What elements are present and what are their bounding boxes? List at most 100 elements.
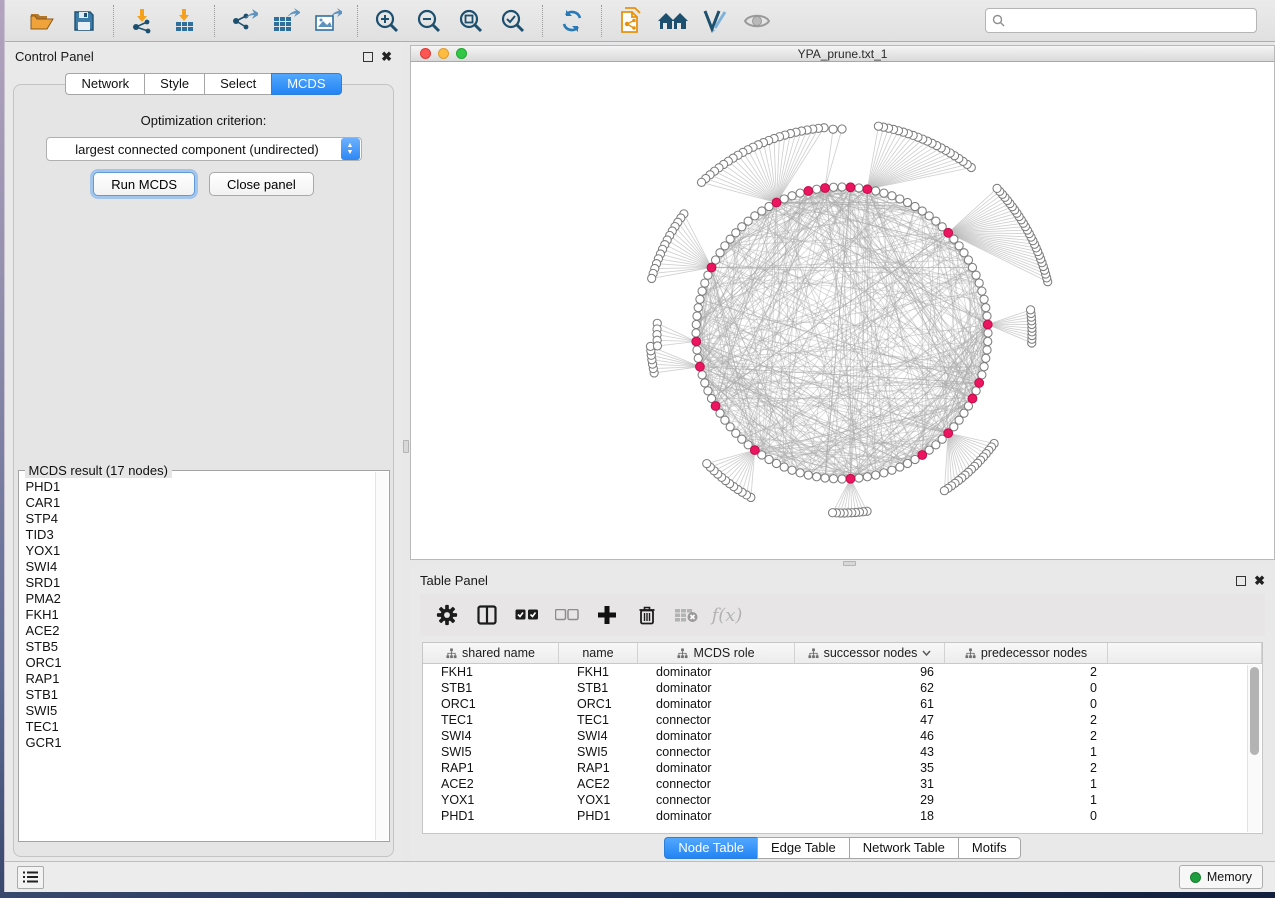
tab-select[interactable]: Select [204, 73, 271, 95]
import-table-icon[interactable] [166, 5, 204, 37]
cell-shared-name: SWI5 [423, 745, 559, 759]
import-network-icon[interactable] [124, 5, 162, 37]
search-input[interactable] [1009, 14, 1250, 28]
show-columns-icon[interactable] [474, 602, 500, 628]
result-item[interactable]: SWI5 [19, 703, 374, 719]
result-item[interactable]: STP4 [19, 511, 374, 527]
zoom-selected-icon[interactable] [494, 5, 532, 37]
sort-desc-icon [922, 650, 931, 656]
tab-mcds[interactable]: MCDS [271, 73, 341, 95]
export-network-icon[interactable] [225, 5, 263, 37]
float-panel-icon[interactable] [363, 52, 373, 62]
splitter-grip[interactable] [843, 561, 856, 566]
tab-motifs[interactable]: Motifs [958, 837, 1021, 859]
tab-edge-table[interactable]: Edge Table [757, 837, 849, 859]
export-image-icon[interactable] [309, 5, 347, 37]
add-column-icon[interactable] [594, 602, 620, 628]
task-history-button[interactable] [17, 866, 44, 889]
tab-network[interactable]: Network [65, 73, 144, 95]
close-panel-button[interactable]: Close panel [209, 172, 314, 196]
criterion-select[interactable]: largest connected component (undirected)… [46, 137, 362, 161]
result-item[interactable]: GCR1 [19, 735, 374, 751]
float-panel-icon[interactable] [1236, 576, 1246, 586]
vertical-splitter[interactable] [402, 42, 410, 861]
result-item[interactable]: TEC1 [19, 719, 374, 735]
result-item[interactable]: FKH1 [19, 607, 374, 623]
result-item[interactable]: ACE2 [19, 623, 374, 639]
tab-node-table[interactable]: Node Table [664, 837, 757, 859]
mcds-result-list: PHD1CAR1STP4TID3YOX1SWI4SRD1PMA2FKH1ACE2… [19, 479, 374, 839]
zoom-in-icon[interactable] [368, 5, 406, 37]
zoom-fit-icon[interactable] [452, 5, 490, 37]
cell-MCDS-role: connector [638, 777, 795, 791]
deselect-all-columns-icon[interactable] [554, 602, 580, 628]
cell-successor-nodes: 18 [795, 809, 945, 823]
table-row[interactable]: RAP1RAP1dominator352 [423, 760, 1262, 776]
table-row[interactable]: TEC1TEC1connector472 [423, 712, 1262, 728]
table-row[interactable]: STB1STB1dominator620 [423, 680, 1262, 696]
cell-shared-name: PHD1 [423, 809, 559, 823]
function-builder-icon[interactable]: f(x) [714, 602, 740, 628]
scrollbar-thumb[interactable] [1250, 667, 1259, 755]
control-panel-title: Control Panel [15, 49, 94, 64]
table-row[interactable]: SWI5SWI5connector431 [423, 744, 1262, 760]
splitter-grip[interactable] [403, 440, 409, 453]
column-header-MCDS-role[interactable]: MCDS role [638, 643, 795, 663]
table-body: FKH1FKH1dominator962STB1STB1dominator620… [423, 664, 1262, 833]
result-item[interactable]: PMA2 [19, 591, 374, 607]
home-icon[interactable] [654, 5, 692, 37]
result-item[interactable]: STB1 [19, 687, 374, 703]
tab-style[interactable]: Style [144, 73, 204, 95]
close-panel-icon[interactable]: ✖ [1254, 576, 1265, 586]
column-header-predecessor-nodes[interactable]: predecessor nodes [945, 643, 1108, 663]
table-settings-icon[interactable] [434, 602, 460, 628]
cell-shared-name: RAP1 [423, 761, 559, 775]
cell-shared-name: ACE2 [423, 777, 559, 791]
export-table-icon[interactable] [267, 5, 305, 37]
result-item[interactable]: PHD1 [19, 479, 374, 495]
cell-successor-nodes: 96 [795, 665, 945, 679]
open-file-icon[interactable] [23, 5, 61, 37]
delete-icon[interactable] [634, 602, 660, 628]
cell-successor-nodes: 61 [795, 697, 945, 711]
column-header-shared-name[interactable]: shared name [423, 643, 559, 663]
result-scrollbar[interactable] [375, 472, 388, 840]
table-row[interactable]: SWI4SWI4dominator462 [423, 728, 1262, 744]
save-session-icon[interactable] [65, 5, 103, 37]
column-header-successor-nodes[interactable]: successor nodes [795, 643, 945, 663]
table-panel: Table Panel ✖ [410, 566, 1275, 861]
table-row[interactable]: ACE2ACE2connector311 [423, 776, 1262, 792]
result-item[interactable]: YOX1 [19, 543, 374, 559]
new-network-from-selection-icon[interactable] [612, 5, 650, 37]
annotation-mode-icon[interactable] [696, 5, 734, 37]
memory-status-icon [1190, 872, 1201, 883]
result-item[interactable]: CAR1 [19, 495, 374, 511]
result-item[interactable]: STB5 [19, 639, 374, 655]
table-row[interactable]: YOX1YOX1connector291 [423, 792, 1262, 808]
apply-layout-icon[interactable] [553, 5, 591, 37]
column-header-name[interactable]: name [559, 643, 638, 663]
result-item[interactable]: SWI4 [19, 559, 374, 575]
horizontal-splitter[interactable] [410, 560, 1275, 566]
run-mcds-button[interactable]: Run MCDS [93, 172, 195, 196]
table-row[interactable]: ORC1ORC1dominator610 [423, 696, 1262, 712]
result-item[interactable]: TID3 [19, 527, 374, 543]
result-item[interactable]: ORC1 [19, 655, 374, 671]
delete-table-icon[interactable] [674, 602, 700, 628]
table-row[interactable]: FKH1FKH1dominator962 [423, 664, 1262, 680]
result-item[interactable]: RAP1 [19, 671, 374, 687]
memory-button[interactable]: Memory [1179, 865, 1263, 889]
tab-network-table[interactable]: Network Table [849, 837, 958, 859]
select-all-columns-icon[interactable] [514, 602, 540, 628]
namespace-icon [965, 648, 976, 659]
show-hide-icon[interactable] [738, 5, 776, 37]
network-canvas[interactable] [410, 62, 1275, 560]
table-scrollbar[interactable] [1247, 665, 1261, 832]
table-row[interactable]: PHD1PHD1dominator180 [423, 808, 1262, 824]
namespace-icon [808, 648, 819, 659]
zoom-out-icon[interactable] [410, 5, 448, 37]
column-label: MCDS role [693, 646, 754, 660]
close-panel-icon[interactable]: ✖ [381, 52, 392, 62]
result-item[interactable]: SRD1 [19, 575, 374, 591]
namespace-icon [677, 648, 688, 659]
